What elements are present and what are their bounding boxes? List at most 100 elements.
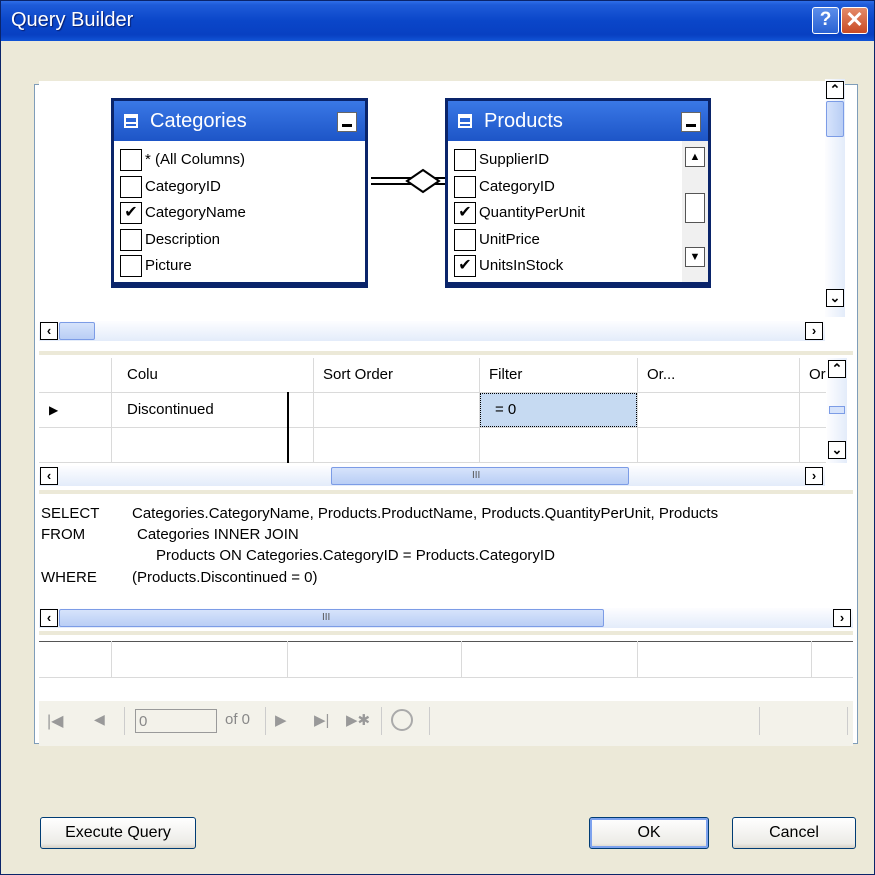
column-row[interactable]: ✔ UnitsInStock [448, 253, 668, 279]
column-row[interactable]: * (All Columns) [114, 147, 334, 173]
row-selector-icon[interactable]: ▶ [49, 403, 58, 417]
grid-cell-column[interactable]: Discontinued [123, 400, 214, 420]
column-checkbox-checked[interactable]: ✔ [454, 255, 476, 277]
scroll-down-icon[interactable]: ▼ [685, 247, 705, 267]
minimize-table-button[interactable] [681, 112, 701, 132]
scroll-left-icon[interactable]: ‹ [40, 467, 58, 485]
column-checkbox[interactable] [454, 228, 476, 251]
column-checkbox[interactable] [120, 255, 142, 277]
table-icon [124, 114, 138, 128]
column-row[interactable]: CategoryID [448, 174, 668, 200]
table-header-categories[interactable]: Categories [114, 101, 365, 141]
minimize-table-button[interactable] [337, 112, 357, 132]
column-row[interactable]: SupplierID [448, 147, 668, 173]
column-checkbox-checked[interactable]: ✔ [454, 202, 476, 224]
grid-horizontal-scrollbar[interactable]: ‹ III › [39, 466, 825, 486]
title-bar: Query Builder ? ✕ [1, 1, 874, 41]
scroll-left-icon[interactable]: ‹ [40, 322, 58, 340]
table-title-categories: Categories [150, 110, 247, 132]
pane-splitter[interactable] [39, 631, 853, 635]
execute-query-button[interactable]: Execute Query [40, 817, 196, 849]
table-title-products: Products [484, 110, 563, 132]
sql-keyword-from: FROM [41, 526, 86, 543]
pane-splitter[interactable] [39, 490, 853, 494]
help-button[interactable]: ? [812, 7, 839, 34]
scroll-left-icon[interactable]: ‹ [40, 609, 58, 627]
column-row[interactable]: ✔ QuantityPerUnit [448, 200, 668, 226]
table-categories[interactable]: Categories * (All Columns) CategoryID ✔ … [111, 98, 368, 288]
cancel-button[interactable]: Cancel [732, 817, 856, 849]
sql-text-select: Categories.CategoryName, Products.Produc… [132, 505, 719, 522]
column-checkbox[interactable] [454, 175, 476, 198]
record-position-input[interactable] [135, 709, 217, 733]
grid-header-column[interactable]: Colu [123, 365, 158, 385]
column-checkbox[interactable] [120, 228, 142, 251]
last-record-icon[interactable]: ▶| [314, 711, 329, 729]
column-checkbox-checked[interactable]: ✔ [120, 202, 142, 224]
column-checkbox[interactable] [120, 149, 142, 171]
scroll-thumb[interactable]: III [331, 467, 629, 485]
column-label: CategoryName [145, 204, 246, 221]
column-checkbox[interactable] [120, 175, 142, 198]
column-label: * (All Columns) [145, 151, 246, 168]
next-record-icon[interactable]: ▶ [275, 711, 287, 729]
grid-header-sort-order[interactable]: Sort Order [319, 365, 393, 385]
sql-pane[interactable]: SELECT Categories.CategoryName, Products… [39, 498, 853, 598]
table-scrollbar[interactable]: ▲ ▼ [682, 141, 708, 282]
scroll-down-icon[interactable]: ⌄ [826, 289, 844, 307]
sql-keyword-select: SELECT [41, 505, 100, 522]
scroll-thumb[interactable] [59, 322, 95, 340]
first-record-icon[interactable]: |◀ [47, 711, 63, 731]
column-row[interactable]: Description [114, 227, 334, 253]
criteria-grid: Colu Sort Order Filter Or... Or ▶ Discon… [39, 358, 847, 463]
table-header-products[interactable]: Products [448, 101, 708, 141]
scroll-up-icon[interactable]: ▲ [685, 147, 705, 167]
stop-icon[interactable] [391, 709, 413, 731]
separator [429, 707, 430, 735]
new-record-icon[interactable]: ▶✱ [346, 711, 370, 729]
column-label: CategoryID [145, 177, 221, 195]
column-resize-line [287, 392, 289, 463]
grid-vertical-scrollbar[interactable]: ⌃ ⌄ [827, 358, 847, 463]
diagram-vertical-scrollbar[interactable]: ⌃ ⌄ [825, 79, 845, 317]
sql-text-join: Products ON Categories.CategoryID = Prod… [156, 547, 555, 564]
column-label: Description [145, 230, 221, 248]
scroll-right-icon[interactable]: › [805, 322, 823, 340]
scroll-right-icon[interactable]: › [833, 609, 851, 627]
scroll-up-icon[interactable]: ⌃ [828, 360, 846, 378]
sql-horizontal-scrollbar[interactable]: ‹ III › [39, 608, 853, 628]
query-builder-window: Query Builder ? ✕ Categories * (All Colu… [0, 0, 875, 875]
grid-header-filter[interactable]: Filter [485, 365, 522, 385]
scroll-thumb[interactable] [685, 193, 705, 223]
previous-record-icon[interactable]: ◀ [94, 711, 105, 728]
scroll-up-icon[interactable]: ⌃ [826, 81, 844, 99]
close-button[interactable]: ✕ [841, 7, 868, 34]
grid-header-or-2[interactable]: Or [805, 365, 826, 385]
column-row[interactable]: Picture [114, 253, 334, 279]
separator [124, 707, 125, 735]
column-label: Picture [145, 257, 192, 274]
column-checkbox[interactable] [454, 149, 476, 171]
scroll-thumb[interactable]: III [59, 609, 604, 627]
sql-text-where: (Products.Discontinued = 0) [132, 569, 318, 586]
diagram-horizontal-scrollbar[interactable]: ‹ › [39, 321, 825, 341]
scroll-right-icon[interactable]: › [805, 467, 823, 485]
scroll-down-icon[interactable]: ⌄ [828, 441, 846, 459]
column-label: QuantityPerUnit [479, 204, 585, 221]
table-products[interactable]: Products SupplierID CategoryID ✔ Quantit… [445, 98, 711, 288]
record-navigator: |◀ ◀ of 0 ▶ ▶| ▶✱ [39, 701, 853, 746]
column-row[interactable]: CategoryID [114, 174, 334, 200]
column-row[interactable]: UnitPrice [448, 227, 668, 253]
column-label: UnitsInStock [479, 257, 564, 274]
grid-cell-filter[interactable]: = 0 [491, 400, 516, 420]
grid-header-or[interactable]: Or... [643, 365, 675, 385]
scroll-thumb[interactable] [829, 406, 845, 414]
table-columns-categories: * (All Columns) CategoryID ✔ CategoryNam… [114, 141, 365, 282]
pane-splitter[interactable] [39, 351, 853, 355]
scroll-thumb[interactable] [826, 101, 844, 137]
ok-button[interactable]: OK [589, 817, 709, 849]
sql-keyword-where: WHERE [41, 569, 97, 586]
column-row[interactable]: ✔ CategoryName [114, 200, 334, 226]
column-label: UnitPrice [479, 230, 540, 248]
diagram-pane: Categories * (All Columns) CategoryID ✔ … [39, 79, 845, 321]
